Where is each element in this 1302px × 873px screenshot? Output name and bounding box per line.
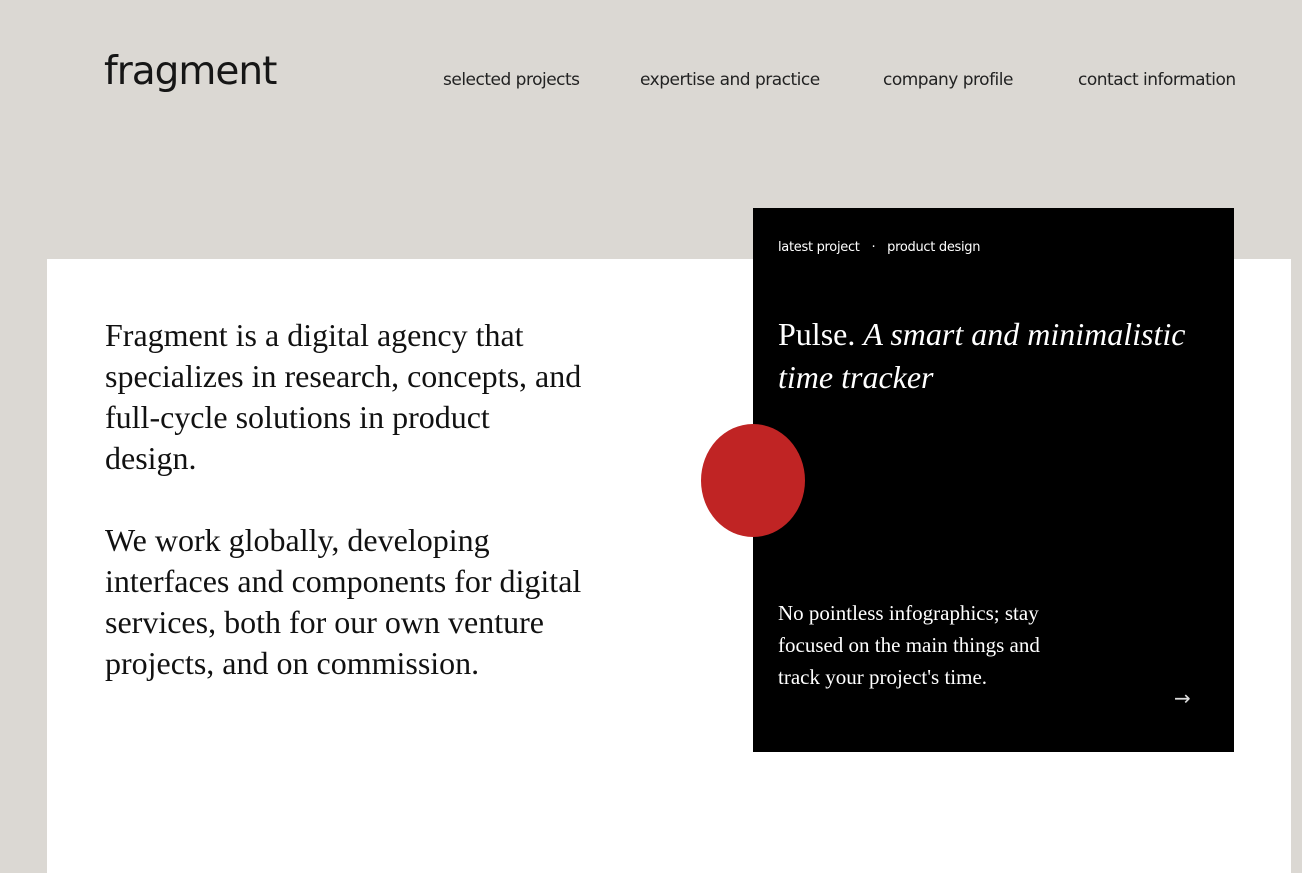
- main-nav: selected projects expertise and practice…: [0, 70, 1302, 98]
- card-description: No pointless infographics; stay focused …: [778, 601, 1040, 689]
- intro-paragraph-1: Fragment is a digital agency that specia…: [105, 317, 582, 476]
- intro-text: Fragment is a digital agency that specia…: [105, 315, 585, 725]
- card-category: product design: [887, 240, 981, 255]
- nav-company-profile[interactable]: company profile: [883, 70, 1013, 90]
- meta-separator: ·: [871, 240, 876, 255]
- card-title: Pulse. A smart and minimalistic time tra…: [778, 313, 1198, 399]
- card-tag: latest project: [778, 240, 860, 255]
- red-circle-decoration: [701, 424, 805, 537]
- intro-paragraph-2: We work globally, developing interfaces …: [105, 522, 582, 681]
- nav-expertise-and-practice[interactable]: expertise and practice: [640, 70, 820, 90]
- card-meta: latest project · product design: [778, 240, 981, 255]
- card-title-name: Pulse.: [778, 316, 856, 352]
- nav-selected-projects[interactable]: selected projects: [443, 70, 580, 90]
- arrow-right-icon[interactable]: →: [1174, 686, 1191, 710]
- nav-contact-information[interactable]: contact information: [1078, 70, 1236, 90]
- latest-project-card[interactable]: latest project · product design Pulse. A…: [753, 208, 1234, 752]
